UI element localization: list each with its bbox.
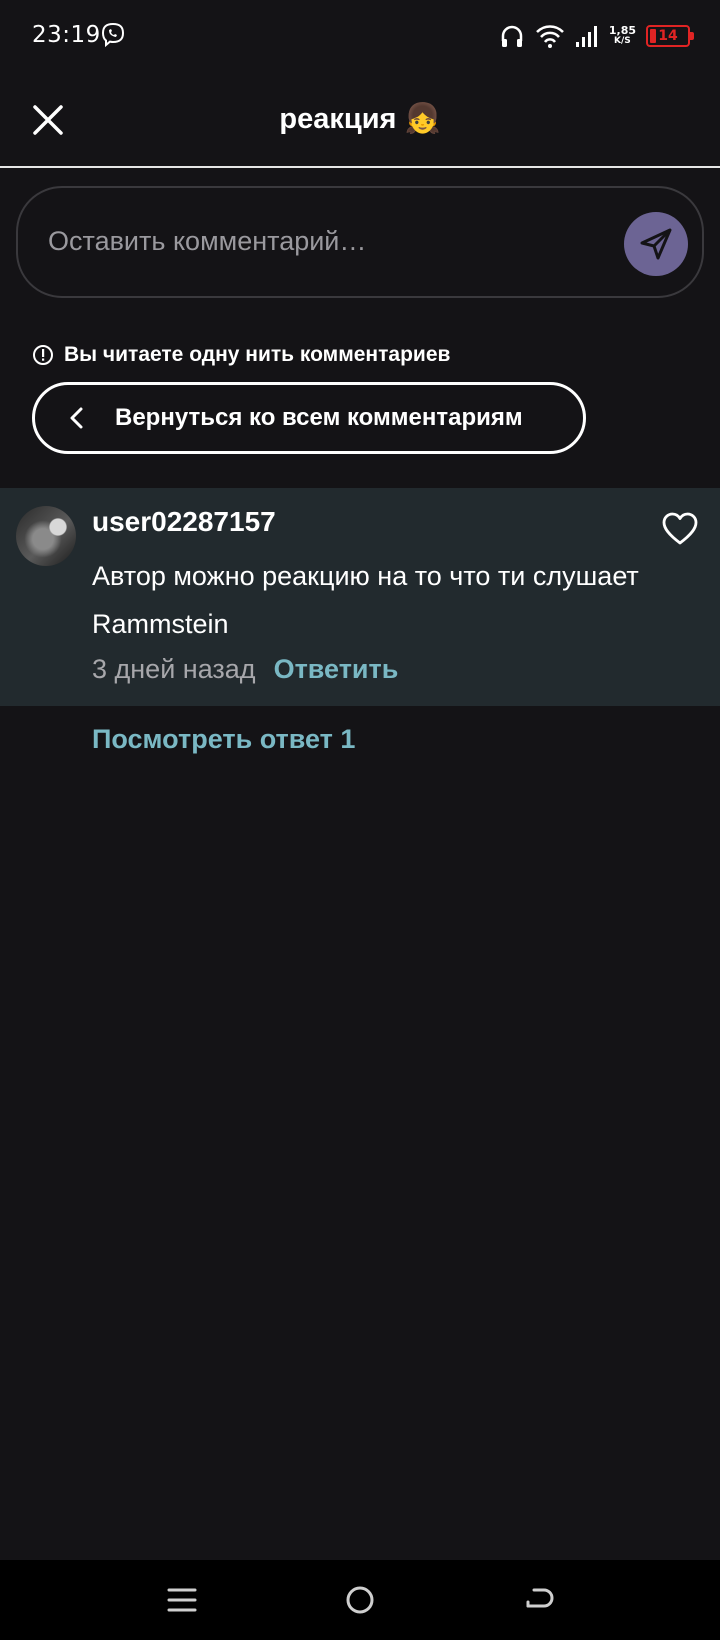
menu-icon[interactable] bbox=[164, 1582, 200, 1618]
comment-input-placeholder: Оставить комментарий… bbox=[48, 226, 367, 256]
home-icon[interactable] bbox=[342, 1582, 378, 1618]
network-speed: 1,85 K/S bbox=[608, 24, 636, 46]
status-icons: 1,85 K/S 14 bbox=[499, 22, 694, 50]
back-to-all-comments-button[interactable]: Вернуться ко всем комментариям bbox=[32, 382, 586, 454]
comment-timestamp: 3 дней назад bbox=[92, 654, 256, 684]
battery-fill bbox=[650, 29, 656, 43]
headphones-icon bbox=[501, 25, 523, 47]
back-icon[interactable] bbox=[520, 1582, 556, 1618]
navigation-bar bbox=[0, 1560, 720, 1640]
signal-icon bbox=[575, 26, 597, 47]
comment-input[interactable]: Оставить комментарий… bbox=[16, 186, 704, 298]
thread-notice-text: Вы читаете одну нить комментариев bbox=[64, 343, 451, 366]
comment-username[interactable]: user02287157 bbox=[92, 506, 276, 538]
status-time: 23:19 bbox=[32, 22, 101, 48]
send-icon bbox=[640, 228, 672, 260]
heart-icon[interactable] bbox=[662, 512, 698, 546]
info-icon bbox=[33, 345, 53, 365]
comment-meta: 3 дней назад Ответить bbox=[92, 654, 398, 685]
battery-icon: 14 bbox=[646, 25, 694, 47]
header: реакция 👧 bbox=[0, 80, 720, 168]
comment-item: user02287157 Автор можно реакцию на то ч… bbox=[0, 488, 720, 706]
viber-icon bbox=[101, 22, 125, 48]
view-replies-link[interactable]: Посмотреть ответ 1 bbox=[92, 724, 355, 755]
back-button-label: Вернуться ко всем комментариям bbox=[115, 404, 523, 431]
reply-button[interactable]: Ответить bbox=[274, 654, 399, 685]
chevron-left-icon bbox=[70, 407, 83, 429]
avatar[interactable] bbox=[16, 506, 76, 566]
send-button[interactable] bbox=[624, 212, 688, 276]
wifi-icon bbox=[535, 25, 564, 48]
page-title: реакция 👧 bbox=[279, 103, 441, 135]
status-bar: 23:19 1,85 K/S 14 bbox=[0, 0, 720, 72]
thread-notice: Вы читаете одну нить комментариев bbox=[32, 340, 450, 370]
comment-text: Автор можно реакцию на то что ти слушает… bbox=[92, 561, 639, 639]
